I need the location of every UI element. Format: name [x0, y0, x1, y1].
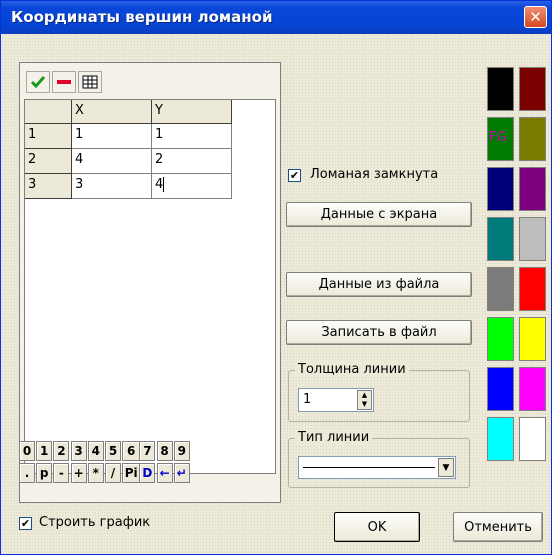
key-8[interactable]: 8 — [156, 441, 173, 461]
ok-button[interactable]: OK — [334, 512, 420, 542]
key-pi[interactable]: Pi — [122, 463, 141, 483]
color-swatch[interactable] — [519, 417, 546, 461]
key-5[interactable]: 5 — [105, 441, 121, 461]
close-icon: ✕ — [529, 8, 542, 26]
key-1[interactable]: 1 — [36, 441, 53, 461]
row-header: 1 — [25, 124, 72, 149]
solid-line-sample — [303, 467, 435, 468]
save-to-file-button[interactable]: Записать в файл — [286, 320, 472, 345]
delete-row-button[interactable] — [52, 71, 76, 93]
cell-y[interactable]: 2 — [152, 149, 232, 174]
spin-up-icon[interactable]: ▲ — [358, 391, 371, 400]
key-p[interactable]: p — [36, 463, 53, 483]
cell-x[interactable]: 1 — [72, 124, 152, 149]
color-swatch[interactable] — [487, 217, 514, 261]
grid-icon — [82, 75, 98, 89]
color-swatch[interactable] — [519, 217, 546, 261]
spin-down-icon[interactable]: ▼ — [358, 400, 371, 409]
close-button[interactable]: ✕ — [524, 6, 547, 28]
row-header: 2 — [25, 149, 72, 174]
grid-corner — [25, 100, 72, 124]
table-button[interactable] — [78, 71, 102, 93]
accept-button[interactable] — [26, 71, 50, 93]
key-minus[interactable]: - — [53, 463, 70, 483]
window-title: Координаты вершин ломаной — [11, 8, 273, 26]
color-swatch[interactable] — [519, 367, 546, 411]
spinner-arrows[interactable]: ▲ ▼ — [357, 390, 372, 410]
cell-y-editing[interactable]: 4 — [152, 174, 232, 199]
data-from-screen-button[interactable]: Данные с экрана — [286, 202, 472, 227]
line-type-label: Тип линии — [295, 430, 373, 445]
color-swatch[interactable] — [487, 267, 514, 311]
dialog-window: Координаты вершин ломаной ✕ X Y 1 1 1 2 … — [0, 0, 552, 555]
line-type-select[interactable]: ▼ — [298, 456, 456, 479]
color-swatch[interactable] — [519, 167, 546, 211]
key-2[interactable]: 2 — [53, 441, 70, 461]
key-9[interactable]: 9 — [173, 441, 190, 461]
color-swatch[interactable] — [519, 317, 546, 361]
key-3[interactable]: 3 — [70, 441, 87, 461]
line-thickness-spinner[interactable]: 1 ▲ ▼ — [298, 388, 374, 412]
checkmark-icon — [30, 76, 46, 89]
key-dot[interactable]: . — [19, 463, 35, 483]
key-4[interactable]: 4 — [87, 441, 104, 461]
coordinates-grid[interactable]: X Y 1 1 1 2 4 2 3 3 4 — [24, 99, 276, 474]
build-plot-label: Строить график — [39, 515, 151, 530]
key-multiply[interactable]: * — [87, 463, 104, 483]
key-6[interactable]: 6 — [122, 441, 141, 461]
line-thickness-label: Толщина линии — [295, 362, 409, 377]
minus-icon — [57, 80, 71, 84]
enter-icon[interactable]: ↵ — [173, 463, 190, 483]
chevron-down-icon[interactable]: ▼ — [438, 458, 454, 477]
key-d[interactable]: D — [139, 463, 156, 483]
cell-y-value: 4 — [155, 177, 164, 192]
color-swatch[interactable] — [487, 417, 514, 461]
coordinates-panel: X Y 1 1 1 2 4 2 3 3 4 — [19, 62, 281, 503]
color-swatch[interactable] — [487, 167, 514, 211]
key-0[interactable]: 0 — [19, 441, 35, 461]
checkmark-icon: ✔ — [20, 517, 31, 530]
color-swatch[interactable] — [519, 67, 546, 111]
cancel-button[interactable]: Отменить — [453, 512, 543, 542]
row-header: 3 — [25, 174, 72, 199]
cell-y[interactable]: 1 — [152, 124, 232, 149]
key-7[interactable]: 7 — [139, 441, 156, 461]
cell-x[interactable]: 3 — [72, 174, 152, 199]
column-header-y[interactable]: Y — [152, 100, 232, 124]
color-swatch[interactable] — [487, 367, 514, 411]
color-swatch[interactable] — [519, 117, 546, 161]
checkmark-icon: ✔ — [289, 169, 300, 182]
cell-x[interactable]: 4 — [72, 149, 152, 174]
backspace-icon[interactable]: ← — [156, 463, 173, 483]
key-plus[interactable]: + — [70, 463, 87, 483]
text-caret — [163, 177, 165, 192]
closed-polyline-label: Ломаная замкнута — [310, 167, 439, 182]
foreground-marker: FG — [489, 130, 507, 145]
color-swatch[interactable] — [487, 317, 514, 361]
color-swatch[interactable] — [487, 67, 514, 111]
title-bar[interactable]: Координаты вершин ломаной ✕ — [1, 1, 551, 34]
line-type-group: Тип линии ▼ — [288, 430, 470, 488]
line-thickness-value: 1 — [303, 392, 312, 407]
color-swatch-foreground[interactable]: FG — [487, 117, 514, 161]
color-swatch[interactable] — [519, 267, 546, 311]
line-thickness-group: Толщина линии 1 ▲ ▼ — [288, 362, 470, 422]
column-header-x[interactable]: X — [72, 100, 152, 124]
key-divide[interactable]: / — [105, 463, 121, 483]
build-plot-checkbox[interactable]: ✔ — [19, 517, 32, 530]
closed-polyline-checkbox[interactable]: ✔ — [288, 169, 301, 182]
data-from-file-button[interactable]: Данные из файла — [286, 272, 472, 297]
